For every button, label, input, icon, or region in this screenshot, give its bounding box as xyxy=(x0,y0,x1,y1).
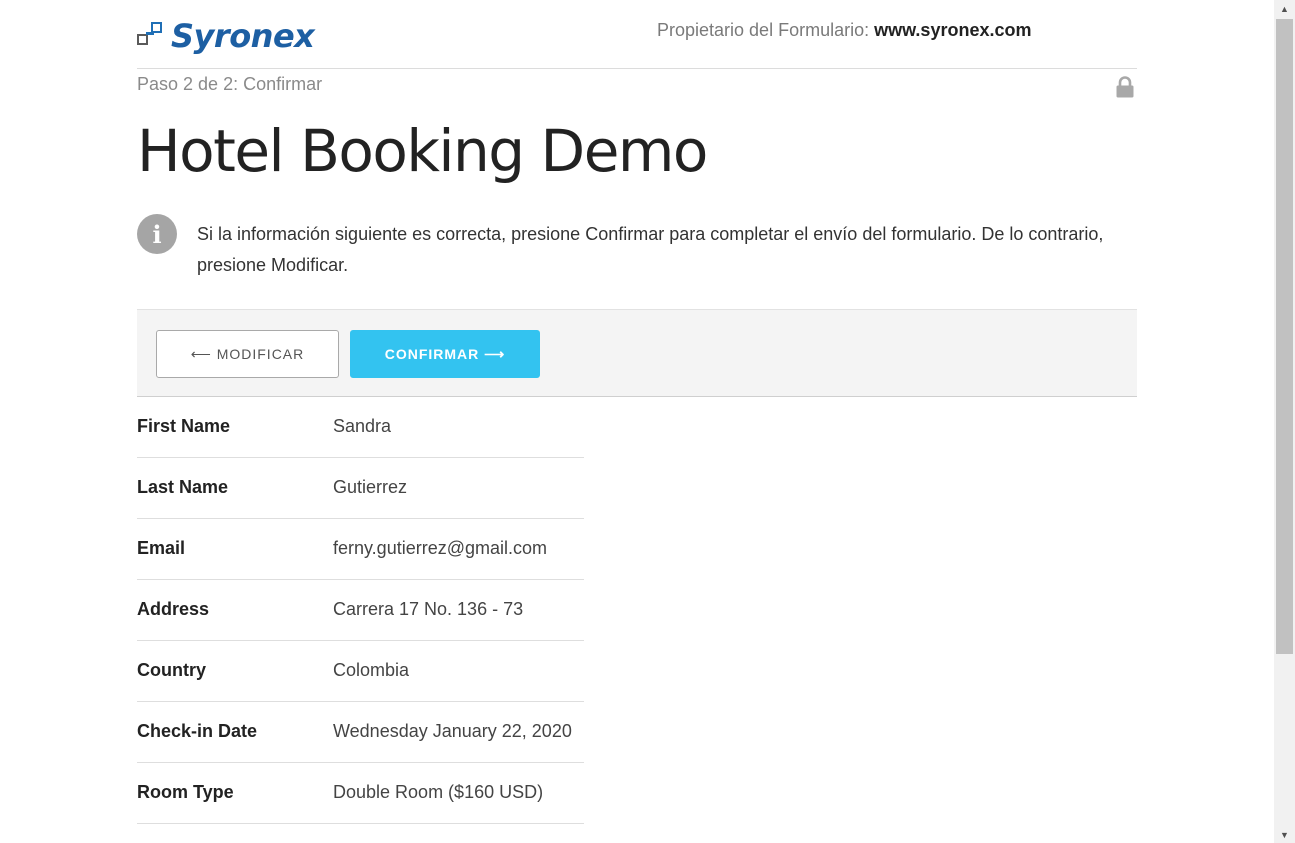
logo-mark-icon xyxy=(137,20,169,52)
table-row: Country Colombia xyxy=(137,641,584,702)
field-value: Double Room ($160 USD) xyxy=(333,782,544,802)
owner-label: Propietario del Formulario: xyxy=(657,20,870,40)
vertical-scrollbar[interactable]: ▲ ▼ xyxy=(1274,0,1295,843)
table-row: Last Name Gutierrez xyxy=(137,458,584,519)
field-label: Email xyxy=(137,538,186,558)
field-value: Carrera 17 No. 136 - 73 xyxy=(333,599,524,619)
table-row: Room Type Double Room ($160 USD) xyxy=(137,763,584,824)
info-message: Si la información siguiente es correcta,… xyxy=(197,224,1104,275)
form-owner: Propietario del Formulario: www.syronex.c… xyxy=(657,20,1031,41)
field-label: First Name xyxy=(137,416,231,436)
page-title: Hotel Booking Demo xyxy=(137,117,708,185)
logo: Syronex xyxy=(137,17,315,55)
field-value: ferny.gutierrez@gmail.com xyxy=(333,538,548,558)
info-icon: i xyxy=(137,214,177,254)
field-value: Gutierrez xyxy=(333,477,408,497)
field-label: Room Type xyxy=(137,782,234,802)
modify-button[interactable]: ⟵ MODIFICAR xyxy=(156,330,339,378)
logo-text: Syronex xyxy=(171,17,315,55)
scroll-up-arrow-icon[interactable]: ▲ xyxy=(1274,0,1295,17)
field-label: Address xyxy=(137,599,210,619)
table-row: Email ferny.gutierrez@gmail.com xyxy=(137,519,584,580)
confirm-button[interactable]: CONFIRMAR ⟶ xyxy=(350,330,540,378)
form-page: Syronex Propietario del Formulario: www.s… xyxy=(137,0,1137,824)
field-label: Last Name xyxy=(137,477,229,497)
summary-table: First Name Sandra Last Name Gutierrez Em… xyxy=(137,397,584,824)
field-label: Check-in Date xyxy=(137,721,258,741)
table-row: First Name Sandra xyxy=(137,397,584,458)
field-value: Sandra xyxy=(333,416,392,436)
field-label: Country xyxy=(137,660,206,680)
scroll-down-arrow-icon[interactable]: ▼ xyxy=(1274,826,1295,843)
lock-icon xyxy=(1116,76,1134,98)
owner-site-link[interactable]: www.syronex.com xyxy=(874,20,1031,40)
field-value: Wednesday January 22, 2020 xyxy=(333,721,572,741)
table-row: Address Carrera 17 No. 136 - 73 xyxy=(137,580,584,641)
field-value: Colombia xyxy=(333,660,410,680)
step-indicator: Paso 2 de 2: Confirmar xyxy=(137,74,323,94)
scroll-thumb[interactable] xyxy=(1276,19,1293,654)
header: Syronex Propietario del Formulario: www.s… xyxy=(137,0,1137,69)
action-bar: ⟵ MODIFICAR CONFIRMAR ⟶ xyxy=(137,309,1137,397)
table-row: Check-in Date Wednesday January 22, 2020 xyxy=(137,702,584,763)
